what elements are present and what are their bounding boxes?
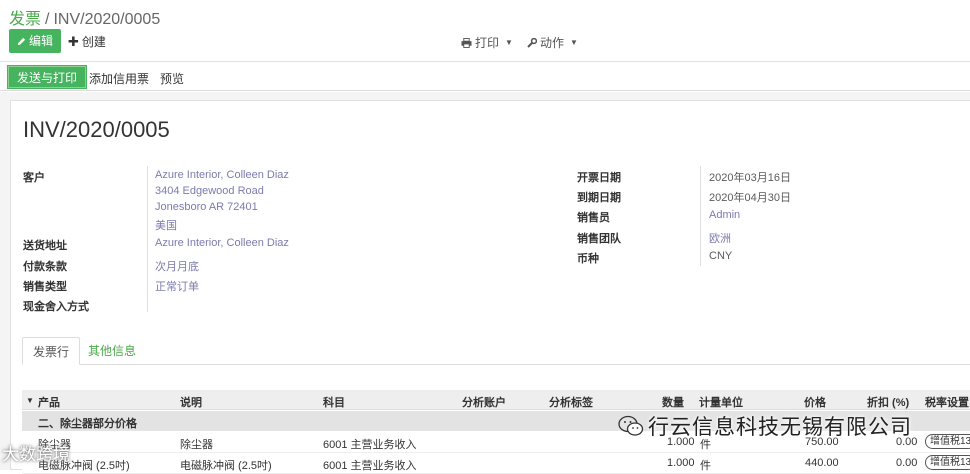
cell-description: 除尘器 [180,439,213,451]
tax-tag[interactable]: 增值税13 [925,434,970,449]
breadcrumb-current: INV/2020/0005 [53,11,161,28]
sale-type-label: 销售类型 [23,281,67,293]
cell-account: 6001 主营业务收入 [323,460,417,472]
column-header-discount[interactable]: 折扣 (%) [867,394,909,410]
edit-button[interactable]: 编辑 [9,29,62,53]
tab-other-info[interactable]: 其他信息 [78,337,146,365]
wechat-icon [618,415,644,436]
invoice-date-field[interactable]: 2020年03月16日 [709,169,791,185]
due-date-field[interactable]: 2020年04月30日 [709,189,791,205]
invoice-lines-header: ▼ 产品 说明 科目 分析账户 分析标签 数量 计量单位 价格 折扣 (%) 税… [22,390,970,410]
customer-address-line: Jonesboro AR 72401 [155,201,258,213]
caret-down-icon: ▼ [26,396,34,405]
sidebar-actions: 打印 ▼ 动作 ▼ [461,34,578,51]
customer-address-line: 3404 Edgewood Road [155,185,264,197]
column-header-description[interactable]: 说明 [180,394,202,410]
currency-field[interactable]: CNY [709,250,732,262]
customer-country: 美国 [155,220,177,232]
field-divider [147,166,148,312]
column-header-uom[interactable]: 计量单位 [699,394,743,410]
cell-description: 电磁脉冲阀 (2.5吋) [180,460,272,472]
notebook-tabs: 发票行 其他信息 [22,337,970,365]
cell-price: 440.00 [805,457,839,469]
cell-discount: 0.00 [896,457,918,469]
salesperson-label: 销售员 [577,212,610,224]
column-header-price[interactable]: 价格 [804,394,826,410]
printer-icon [461,37,472,48]
statusbar: 发送与打印 添加信用票 预览 [0,63,970,91]
caret-down-icon: ▼ [505,38,513,47]
column-header-product[interactable]: 产品 [38,394,60,410]
control-panel: 发票 / INV/2020/0005 编辑 ✚ 创建 打印 ▼ 动作 ▼ [0,0,970,62]
print-label: 打印 [475,36,500,50]
caret-down-icon: ▼ [569,38,578,47]
cash-rounding-label: 现金舍入方式 [23,301,89,313]
sales-team-field[interactable]: 欧洲 [709,230,731,246]
table-row[interactable]: 电磁脉冲阀 (2.5吋) 电磁脉冲阀 (2.5吋) 6001 主营业务收入 1.… [22,453,970,474]
action-dropdown[interactable]: 动作 ▼ [527,34,578,51]
customer-label: 客户 [23,172,45,184]
shipping-address-field[interactable]: Azure Interior, Colleen Diaz [155,237,289,249]
column-header-taxes[interactable]: 税率设置 [925,394,969,410]
salesperson-field[interactable]: Admin [709,209,740,221]
plus-icon: ✚ [68,33,79,49]
action-label: 动作 [539,36,564,50]
column-header-quantity[interactable]: 数量 [662,394,684,410]
company-watermark: 行云信息科技无锡有限公司 [618,411,912,441]
preview-button[interactable]: 预览 [160,70,184,87]
breadcrumb: 发票 / INV/2020/0005 [9,5,160,29]
brand-watermark: 大数跨境 [2,445,70,464]
breadcrumb-invoices-link[interactable]: 发票 [9,11,41,28]
shipping-address-label: 送货地址 [23,240,67,252]
company-watermark-text: 行云信息科技无锡有限公司 [648,416,912,439]
wrench-icon [527,37,537,48]
add-credit-note-button[interactable]: 添加信用票 [89,70,149,87]
breadcrumb-separator: / [45,11,50,28]
cell-account: 6001 主营业务收入 [323,439,417,451]
currency-label: 币种 [577,253,599,265]
tax-tag[interactable]: 增值税13 [925,455,970,470]
column-header-account[interactable]: 科目 [323,394,345,410]
invoice-title: INV/2020/0005 [23,117,170,142]
send-and-print-button[interactable]: 发送与打印 [6,65,88,89]
due-date-label: 到期日期 [577,192,621,204]
edit-button-label: 编辑 [29,34,54,48]
payment-terms-label: 付款条款 [23,261,67,273]
cell-uom: 件 [700,460,711,472]
sale-type-field[interactable]: 正常订单 [155,278,199,294]
tab-invoice-lines[interactable]: 发票行 [22,337,81,365]
create-button-label: 创建 [81,35,106,49]
section-title: 二、除尘器部分价格 [38,418,137,430]
pencil-icon [17,37,26,45]
print-dropdown[interactable]: 打印 ▼ [461,34,513,51]
customer-name-link[interactable]: Azure Interior, Colleen Diaz [155,169,289,181]
field-divider [700,166,701,266]
column-header-analytic-account[interactable]: 分析账户 [462,394,506,410]
create-button[interactable]: ✚ 创建 [68,33,106,50]
invoice-date-label: 开票日期 [577,172,621,184]
sales-team-label: 销售团队 [577,233,621,245]
payment-terms-field[interactable]: 次月月底 [155,258,199,274]
column-header-analytic-tags[interactable]: 分析标签 [549,394,593,410]
cell-quantity: 1.000 [667,457,695,469]
